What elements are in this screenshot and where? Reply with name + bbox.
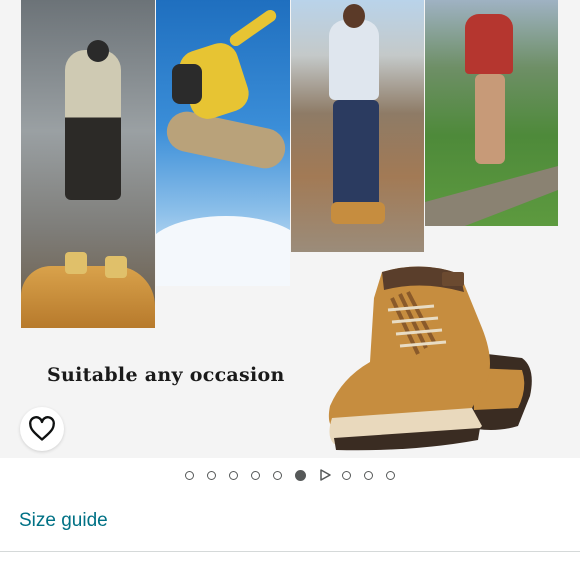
play-icon — [320, 469, 331, 481]
jumping-hiker-photo — [156, 0, 290, 286]
photographer-photo — [21, 0, 155, 328]
wishlist-button[interactable] — [20, 407, 64, 451]
carousel-video-indicator[interactable] — [319, 469, 331, 481]
carousel-dot-10[interactable] — [386, 470, 395, 480]
carousel-dot-5[interactable] — [273, 470, 282, 480]
product-slogan: Suitable any occasion — [47, 364, 285, 386]
woman-standing-photo — [291, 0, 424, 252]
carousel-dot-2[interactable] — [207, 470, 216, 480]
carousel-indicators — [0, 466, 580, 484]
product-image-carousel[interactable]: Suitable any occasion — [0, 0, 580, 458]
carousel-dot-active[interactable] — [295, 469, 306, 481]
carousel-dot-4[interactable] — [251, 470, 260, 480]
carousel-dot-1[interactable] — [185, 470, 194, 480]
carousel-dot-3[interactable] — [229, 470, 238, 480]
carousel-dot-8[interactable] — [342, 470, 351, 480]
boot-product-image — [328, 266, 532, 451]
heart-icon — [29, 416, 55, 441]
divider — [0, 551, 580, 552]
size-guide-link[interactable]: Size guide — [19, 510, 108, 532]
trail-hiker-photo — [425, 0, 558, 226]
carousel-dot-9[interactable] — [364, 470, 373, 480]
